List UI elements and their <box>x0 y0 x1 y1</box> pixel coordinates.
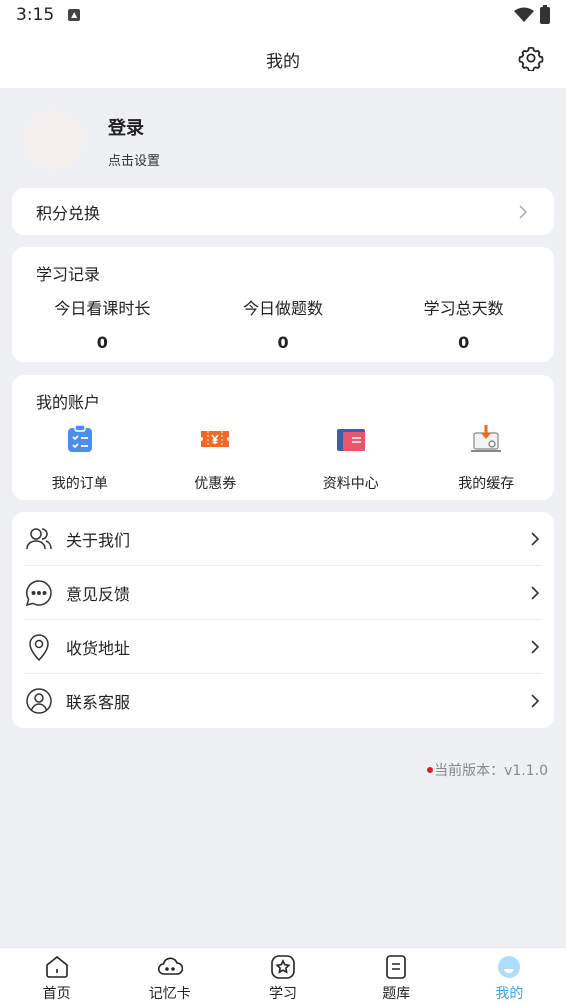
version-text: 当前版本：v1.1.0 <box>434 763 548 779</box>
account-item-coupons[interactable]: 优惠券 <box>148 423 284 493</box>
menu-item-customer-service[interactable]: 联系客服 <box>24 674 542 728</box>
stat-label: 今日看课时长 <box>54 299 151 318</box>
stat-label: 今日做题数 <box>243 299 324 318</box>
tab-home[interactable]: 首页 <box>0 948 113 1006</box>
app-version: 当前版本：v1.1.0 <box>427 760 548 780</box>
tab-mine[interactable]: 我的 <box>453 948 566 1006</box>
settings-gear-icon[interactable] <box>518 45 544 71</box>
status-icons <box>514 4 550 24</box>
account-items: 我的订单 优惠券 资料中心 我的缓存 <box>12 423 554 493</box>
account-item-orders[interactable]: 我的订单 <box>12 423 148 493</box>
account-item-materials[interactable]: 资料中心 <box>283 423 419 493</box>
tab-label: 我的 <box>495 986 524 1002</box>
stat-today-questions: 今日做题数 0 <box>193 295 374 352</box>
chevron-right-icon <box>531 639 540 654</box>
profile-icon <box>498 956 521 978</box>
menu-item-label: 意见反馈 <box>66 584 131 604</box>
page-title: 我的 <box>266 51 300 72</box>
download-cache-icon <box>471 425 502 452</box>
version-dot <box>427 767 434 773</box>
menu-item-label: 联系客服 <box>66 693 131 712</box>
document-icon <box>386 955 407 979</box>
coupon-icon <box>201 431 230 447</box>
header: 我的 <box>0 30 566 88</box>
folder-icon <box>336 429 365 451</box>
tab-study[interactable]: 学习 <box>226 948 339 1006</box>
tab-memory-card[interactable]: 记忆卡 <box>113 948 226 1006</box>
avatar[interactable] <box>24 110 84 170</box>
sim-icon <box>68 9 81 21</box>
tab-label: 首页 <box>42 986 71 1002</box>
account-item-label: 优惠券 <box>194 476 237 492</box>
stat-value: 0 <box>458 333 470 352</box>
login-label[interactable]: 登录 <box>108 114 144 140</box>
location-icon <box>29 633 49 661</box>
status-time: 3:15 <box>16 5 55 25</box>
points-exchange-label: 积分兑换 <box>36 203 101 223</box>
chevron-right-icon <box>531 585 540 600</box>
order-icon <box>67 424 92 452</box>
tab-label: 记忆卡 <box>148 986 191 1002</box>
account-title: 我的账户 <box>36 393 101 412</box>
tab-question-bank[interactable]: 题库 <box>340 948 453 1006</box>
stat-total-days: 学习总天数 0 <box>373 295 554 352</box>
menu-item-address[interactable]: 收货地址 <box>24 620 542 674</box>
menu-item-about[interactable]: 关于我们 <box>24 512 542 566</box>
chevron-right-icon <box>519 204 528 219</box>
menu-item-label: 收货地址 <box>66 638 131 658</box>
menu-item-label: 关于我们 <box>66 530 131 550</box>
points-exchange-row[interactable]: 积分兑换 <box>12 188 554 235</box>
wifi-icon <box>514 7 534 22</box>
chevron-right-icon <box>531 694 540 708</box>
status-bar: 3:15 <box>0 0 566 30</box>
account-item-label: 资料中心 <box>322 476 379 492</box>
tab-label: 题库 <box>382 986 411 1002</box>
menu-item-feedback[interactable]: 意见反馈 <box>24 566 542 620</box>
study-record-title: 学习记录 <box>36 265 101 284</box>
customer-service-icon <box>26 688 52 714</box>
account-item-label: 我的订单 <box>51 476 108 492</box>
battery-icon <box>540 4 550 24</box>
stat-value: 0 <box>96 333 108 352</box>
star-icon <box>271 955 295 979</box>
bottom-tab-bar: 首页 记忆卡 学习 题库 我的 <box>0 947 566 1006</box>
login-subtitle: 点击设置 <box>108 154 161 169</box>
chevron-right-icon <box>531 531 540 546</box>
stat-value: 0 <box>277 333 289 352</box>
study-stats: 今日看课时长 0 今日做题数 0 学习总天数 0 <box>12 295 554 352</box>
cloud-icon <box>157 957 183 975</box>
account-card: 我的账户 我的订单 优惠券 资料中心 我的缓存 <box>12 375 554 500</box>
users-icon <box>26 527 52 549</box>
menu-list: 关于我们 意见反馈 收货地址 联系客服 <box>12 512 554 728</box>
chat-icon <box>25 579 52 606</box>
stat-label: 学习总天数 <box>423 299 504 318</box>
stat-today-watch-time: 今日看课时长 0 <box>12 295 193 352</box>
study-record-card: 学习记录 今日看课时长 0 今日做题数 0 学习总天数 0 <box>12 247 554 362</box>
account-item-label: 我的缓存 <box>458 476 515 492</box>
home-icon <box>45 955 68 978</box>
account-item-cache[interactable]: 我的缓存 <box>419 423 555 493</box>
tab-label: 学习 <box>269 986 297 1002</box>
profile-section[interactable]: 登录 点击设置 <box>24 110 544 174</box>
